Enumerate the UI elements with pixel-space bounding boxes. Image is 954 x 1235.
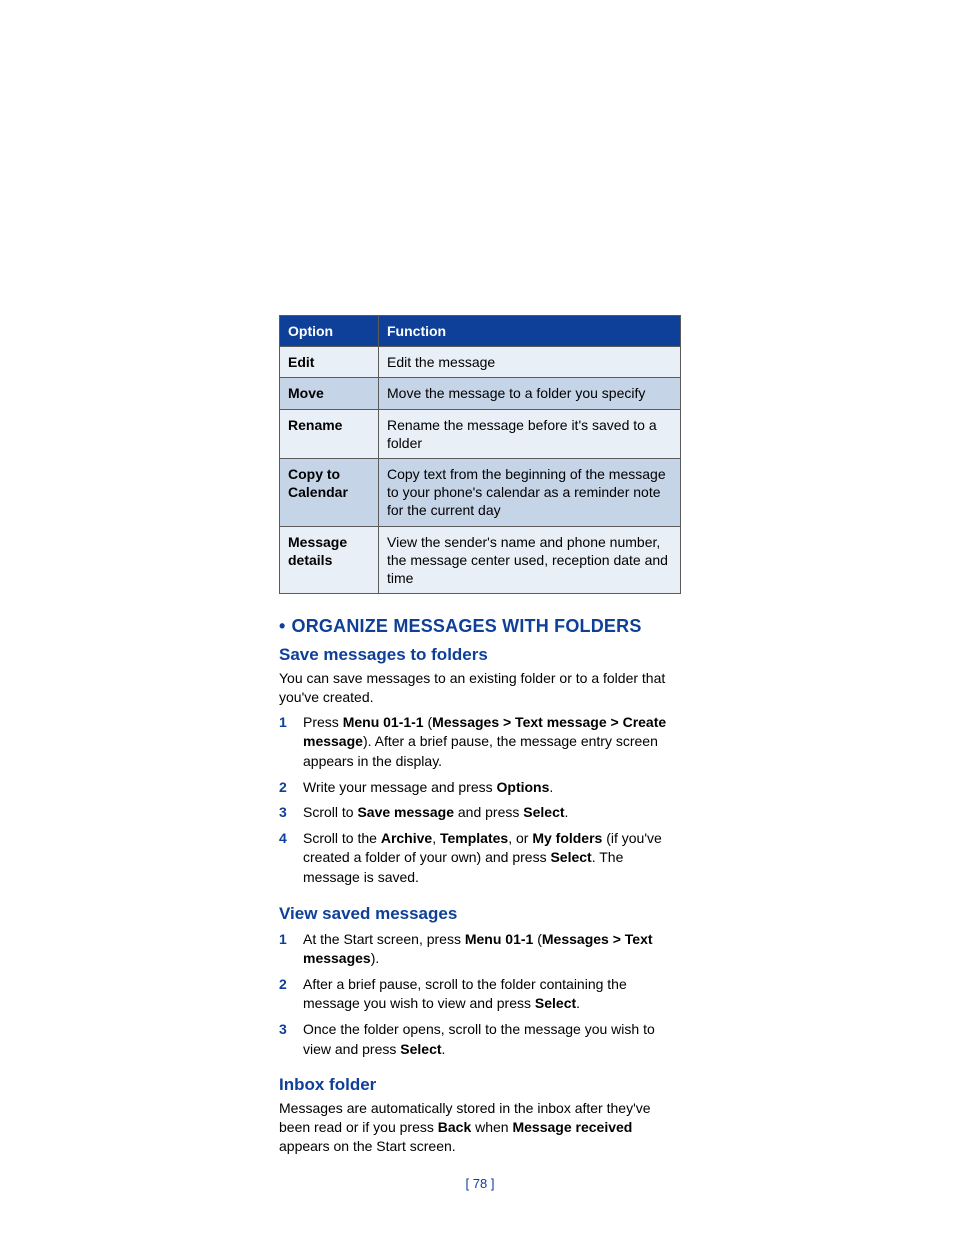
cell-option: Edit <box>280 347 379 378</box>
cell-function: Copy text from the beginning of the mess… <box>379 458 681 526</box>
list-item: 2 After a brief pause, scroll to the fol… <box>279 975 681 1014</box>
step-body: Scroll to the Archive, Templates, or My … <box>303 829 681 888</box>
step-number: 2 <box>279 778 291 798</box>
step-body: Scroll to Save message and press Select. <box>303 803 681 823</box>
view-steps: 1 At the Start screen, press Menu 01-1 (… <box>279 930 681 1060</box>
step-body: Once the folder opens, scroll to the mes… <box>303 1020 681 1059</box>
section-heading-organize: • ORGANIZE MESSAGES WITH FOLDERS <box>279 616 681 637</box>
content-column: Option Function Edit Edit the message Mo… <box>279 315 681 1191</box>
step-body: After a brief pause, scroll to the folde… <box>303 975 681 1014</box>
table-row: Message details View the sender's name a… <box>280 526 681 594</box>
table-row: Edit Edit the message <box>280 347 681 378</box>
list-item: 2 Write your message and press Options. <box>279 778 681 798</box>
col-header-function: Function <box>379 316 681 347</box>
subheading-view: View saved messages <box>279 904 681 924</box>
table-row: Move Move the message to a folder you sp… <box>280 378 681 409</box>
table-row: Copy to Calendar Copy text from the begi… <box>280 458 681 526</box>
save-steps: 1 Press Menu 01-1-1 (Messages > Text mes… <box>279 713 681 888</box>
bullet-icon: • <box>279 616 286 636</box>
step-body: Write your message and press Options. <box>303 778 681 798</box>
step-number: 4 <box>279 829 291 888</box>
list-item: 4 Scroll to the Archive, Templates, or M… <box>279 829 681 888</box>
inbox-body: Messages are automatically stored in the… <box>279 1099 681 1156</box>
step-number: 1 <box>279 930 291 969</box>
step-number: 1 <box>279 713 291 772</box>
step-number: 2 <box>279 975 291 1014</box>
subheading-save: Save messages to folders <box>279 645 681 665</box>
cell-function: Rename the message before it's saved to … <box>379 409 681 458</box>
cell-function: Edit the message <box>379 347 681 378</box>
list-item: 3 Once the folder opens, scroll to the m… <box>279 1020 681 1059</box>
options-table: Option Function Edit Edit the message Mo… <box>279 315 681 594</box>
cell-function: Move the message to a folder you specify <box>379 378 681 409</box>
cell-option: Copy to Calendar <box>280 458 379 526</box>
save-intro: You can save messages to an existing fol… <box>279 669 681 707</box>
table-header-row: Option Function <box>280 316 681 347</box>
step-number: 3 <box>279 803 291 823</box>
list-item: 1 At the Start screen, press Menu 01-1 (… <box>279 930 681 969</box>
cell-option: Move <box>280 378 379 409</box>
section-heading-text: ORGANIZE MESSAGES WITH FOLDERS <box>292 616 642 636</box>
step-body: Press Menu 01-1-1 (Messages > Text messa… <box>303 713 681 772</box>
document-page: Option Function Edit Edit the message Mo… <box>0 0 954 1235</box>
cell-option: Rename <box>280 409 379 458</box>
subheading-inbox: Inbox folder <box>279 1075 681 1095</box>
table-row: Rename Rename the message before it's sa… <box>280 409 681 458</box>
page-number: [ 78 ] <box>279 1176 681 1191</box>
cell-function: View the sender's name and phone number,… <box>379 526 681 594</box>
list-item: 3 Scroll to Save message and press Selec… <box>279 803 681 823</box>
col-header-option: Option <box>280 316 379 347</box>
step-number: 3 <box>279 1020 291 1059</box>
list-item: 1 Press Menu 01-1-1 (Messages > Text mes… <box>279 713 681 772</box>
cell-option: Message details <box>280 526 379 594</box>
step-body: At the Start screen, press Menu 01-1 (Me… <box>303 930 681 969</box>
